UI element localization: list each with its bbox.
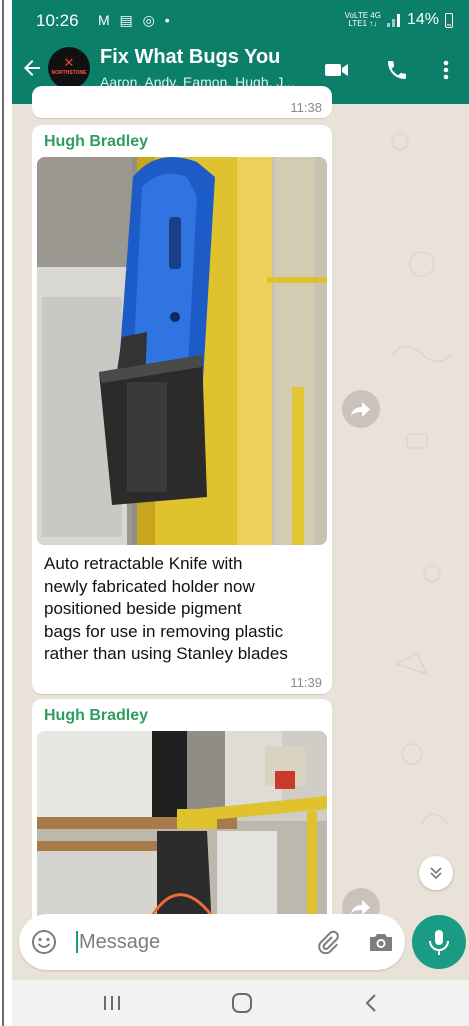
- message-input[interactable]: [75, 914, 305, 970]
- message-bubble[interactable]: Hugh Bradley: [32, 125, 332, 694]
- message-photo-pallet[interactable]: [37, 731, 327, 929]
- notification-icons: M ▤ ◎ •: [98, 12, 173, 28]
- caption-line: positioned beside pigment: [44, 599, 242, 618]
- window-edge: [2, 0, 4, 1026]
- caption-line: newly fabricated holder now: [44, 576, 255, 596]
- emoji-icon[interactable]: [31, 929, 57, 955]
- forward-icon[interactable]: [342, 390, 380, 428]
- double-chevron-down-icon[interactable]: [419, 856, 453, 890]
- whatsapp-chat-screen: 10:26 M ▤ ◎ • VoLTE 4G LTE1 ↑↓ 14% ✕ NOR…: [12, 0, 469, 1026]
- message-time: 11:39: [290, 675, 322, 690]
- system-nav-bar: [12, 980, 469, 1026]
- message-composer: [19, 914, 405, 970]
- status-right: VoLTE 4G LTE1 ↑↓ 14%: [345, 11, 453, 29]
- camera-icon[interactable]: [367, 929, 395, 955]
- network-bottom-label: LTE1 ↑↓: [348, 19, 378, 28]
- nav-home-icon[interactable]: [222, 990, 262, 1016]
- group-title[interactable]: Fix What Bugs You: [100, 46, 280, 69]
- message-caption: Auto retractable Knife with newly fabric…: [44, 553, 288, 666]
- nav-back-icon[interactable]: [351, 990, 391, 1016]
- nav-recents-icon[interactable]: [92, 990, 132, 1016]
- sender-name[interactable]: Hugh Bradley: [44, 707, 148, 725]
- mic-icon[interactable]: [412, 915, 466, 969]
- avatar-logo-icon: ✕: [63, 55, 75, 70]
- more-vert-icon[interactable]: [436, 58, 456, 82]
- video-call-icon[interactable]: [324, 58, 350, 82]
- phone-icon[interactable]: [385, 58, 411, 82]
- signal-icon: [386, 13, 401, 27]
- message-photo-knife-holder[interactable]: [37, 157, 327, 545]
- back-arrow-icon[interactable]: [20, 56, 46, 82]
- battery-icon: [445, 12, 453, 28]
- attach-icon[interactable]: [315, 929, 341, 955]
- status-bar: 10:26 M ▤ ◎ • VoLTE 4G LTE1 ↑↓ 14%: [12, 0, 469, 42]
- message-bubble[interactable]: Hugh Bradley: [32, 699, 332, 929]
- caption-line: Auto retractable Knife with: [44, 554, 243, 573]
- message-bubble-previous[interactable]: 11:38: [32, 86, 332, 118]
- caption-line: bags for use in removing plastic: [44, 621, 284, 641]
- sender-name[interactable]: Hugh Bradley: [44, 133, 148, 151]
- avatar-brand-text: NORTHSTONE: [51, 70, 87, 76]
- message-time: 11:38: [290, 100, 322, 115]
- group-avatar[interactable]: ✕ NORTHSTONE: [48, 47, 90, 89]
- status-time: 10:26: [36, 11, 79, 30]
- caption-line: rather than using Stanley blades: [44, 644, 288, 663]
- battery-percent: 14%: [406, 11, 439, 28]
- network-indicator: VoLTE 4G LTE1 ↑↓: [345, 12, 381, 28]
